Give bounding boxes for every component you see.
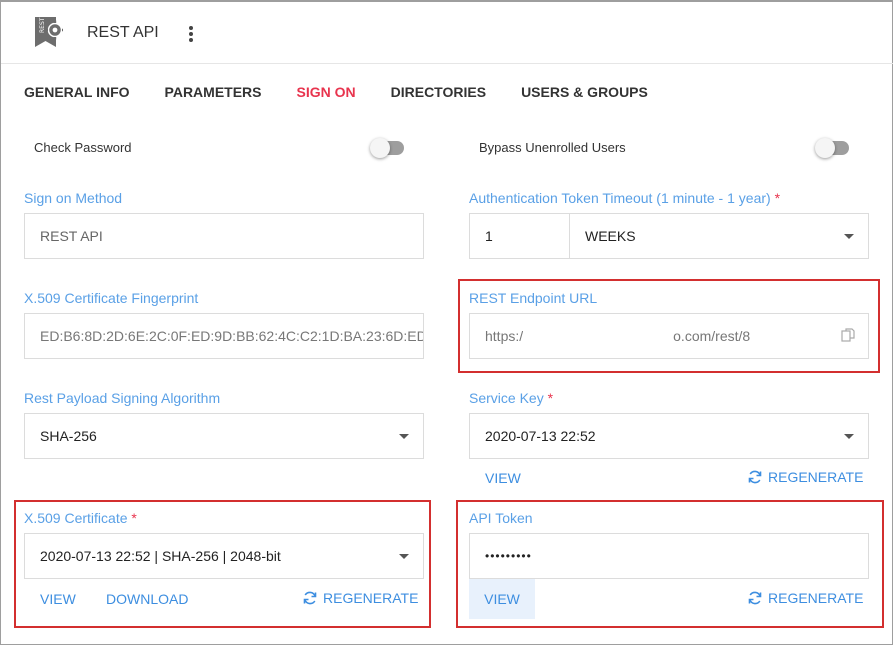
token-timeout-unit-select[interactable]: WEEKS (569, 213, 869, 259)
check-password-toggle[interactable] (370, 138, 404, 158)
tab-users-groups[interactable]: USERS & GROUPS (521, 84, 648, 104)
tab-parameters[interactable]: PARAMETERS (165, 84, 262, 104)
certificate-select[interactable]: 2020-07-13 22:52 | SHA-256 | 2048-bit (24, 533, 424, 579)
svg-text:REST: REST (39, 17, 46, 33)
api-token-field[interactable]: ••••••••• (469, 533, 869, 579)
app-window: REST REST API GENERAL INFO PARAMETERS SI… (0, 0, 893, 645)
chevron-down-icon (399, 554, 409, 559)
api-token-regenerate-label: REGENERATE (768, 590, 864, 606)
certificate-regenerate-button[interactable]: REGENERATE (302, 590, 418, 606)
endpoint-url-redaction (523, 330, 674, 342)
certificate-value: 2020-07-13 22:52 | SHA-256 | 2048-bit (40, 548, 281, 564)
chevron-down-icon (844, 234, 854, 239)
sign-on-method-label: Sign on Method (24, 190, 123, 206)
service-key-regenerate-button[interactable]: REGENERATE (747, 469, 863, 485)
refresh-icon (748, 470, 762, 484)
certificate-regenerate-label: REGENERATE (323, 590, 419, 606)
endpoint-url-label: REST Endpoint URL (469, 290, 598, 306)
certificate-view-button[interactable]: VIEW (40, 591, 76, 607)
token-timeout-amount-input[interactable]: 1 (469, 213, 570, 259)
api-token-view-button[interactable]: VIEW (469, 579, 535, 619)
copy-icon[interactable] (840, 327, 856, 343)
endpoint-url-field[interactable]: https:/ o.com/rest/8 (469, 313, 869, 359)
refresh-icon (748, 591, 762, 605)
service-key-select[interactable]: 2020-07-13 22:52 (469, 413, 869, 459)
app-title: REST API (87, 24, 159, 41)
tab-general-info[interactable]: GENERAL INFO (24, 84, 130, 104)
fingerprint-field[interactable]: ED:B6:8D:2D:6E:2C:0F:ED:9D:BB:62:4C:C2:1… (24, 313, 424, 359)
chevron-down-icon (844, 434, 854, 439)
app-header: REST REST API (1, 2, 893, 64)
bypass-unenrolled-label: Bypass Unenrolled Users (479, 140, 626, 155)
endpoint-url-suffix: o.com/rest/8 (673, 328, 751, 344)
tab-sign-on[interactable]: SIGN ON (297, 84, 356, 104)
token-timeout-unit-value: WEEKS (585, 228, 636, 244)
api-token-regenerate-button[interactable]: REGENERATE (747, 590, 863, 606)
payload-algo-label: Rest Payload Signing Algorithm (24, 390, 221, 406)
bypass-unenrolled-toggle[interactable] (815, 138, 849, 158)
sign-on-method-field[interactable]: REST API (24, 213, 424, 259)
payload-algo-select[interactable]: SHA-256 (24, 413, 424, 459)
refresh-icon (303, 591, 317, 605)
rest-api-logo-icon: REST (35, 17, 63, 47)
more-options-icon[interactable] (185, 24, 197, 44)
payload-algo-value: SHA-256 (40, 428, 97, 444)
certificate-label: X.509 Certificate * (24, 510, 137, 526)
endpoint-url-prefix: https:/ (485, 328, 524, 344)
check-password-label: Check Password (34, 140, 132, 155)
service-key-value: 2020-07-13 22:52 (485, 428, 596, 444)
api-token-label: API Token (469, 510, 533, 526)
service-key-view-button[interactable]: VIEW (485, 470, 521, 486)
tab-bar: GENERAL INFO PARAMETERS SIGN ON DIRECTOR… (24, 84, 683, 104)
certificate-download-button[interactable]: DOWNLOAD (106, 591, 188, 607)
service-key-label: Service Key * (469, 390, 554, 406)
service-key-regenerate-label: REGENERATE (768, 469, 864, 485)
fingerprint-label: X.509 Certificate Fingerprint (24, 290, 199, 306)
chevron-down-icon (399, 434, 409, 439)
token-timeout-label: Authentication Token Timeout (1 minute -… (469, 190, 781, 206)
tab-directories[interactable]: DIRECTORIES (391, 84, 486, 104)
